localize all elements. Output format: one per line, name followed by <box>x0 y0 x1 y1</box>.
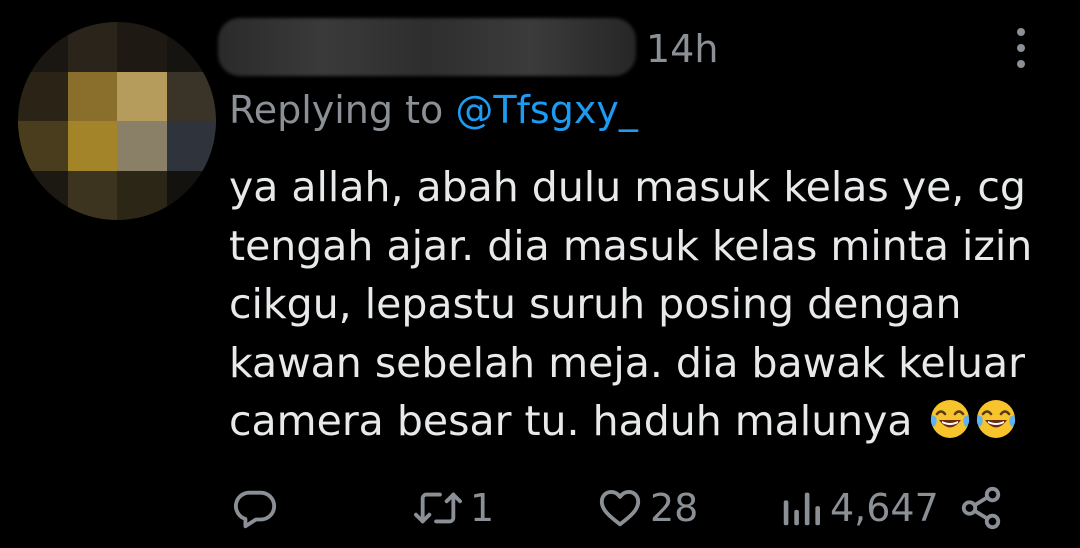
heart-icon <box>599 489 641 527</box>
author-name-redacted[interactable] <box>218 18 636 76</box>
views-button[interactable]: 4,647 <box>778 480 939 536</box>
views-count: 4,647 <box>830 486 939 530</box>
retweet-button[interactable]: 1 <box>412 480 494 536</box>
retweet-count: 1 <box>470 486 495 530</box>
retweet-icon <box>414 492 462 524</box>
views-icon <box>783 492 820 526</box>
replying-to-handle-link[interactable]: @Tfsgxy_ <box>455 88 638 132</box>
tweet-text-line: tengah ajar. dia masuk kelas minta izin <box>229 221 1033 270</box>
like-button[interactable]: 28 <box>596 480 698 536</box>
reply-icon <box>233 490 277 529</box>
share-button[interactable] <box>958 480 1004 536</box>
tweet-text-line: cikgu, lepastu suruh posing dengan <box>229 280 962 328</box>
like-count: 28 <box>650 486 699 530</box>
tweet-text-last-line: camera besar tu. haduh malunya <box>229 392 1049 451</box>
replying-to: Replying to @Tfsgxy_ <box>229 84 638 136</box>
face-with-tears-of-joy-emoji <box>976 400 1015 438</box>
share-icon <box>961 486 1001 530</box>
tweet-text-line: kawan sebelah meja. dia bawak keluar <box>229 338 1025 387</box>
tweet-action-bar: 1 28 4,647 <box>0 480 1080 536</box>
face-with-tears-of-joy-emoji <box>930 400 969 438</box>
avatar[interactable] <box>18 22 216 220</box>
more-options-icon[interactable] <box>1004 26 1038 70</box>
tweet-text: ya allah, abah dulu masuk kelas ye, cg t… <box>229 158 1049 451</box>
tweet-text-line: ya allah, abah dulu masuk kelas ye, cg <box>229 163 1026 211</box>
tweet-text-line: camera besar tu. haduh malunya <box>229 397 913 445</box>
reply-button[interactable] <box>232 480 278 536</box>
replying-to-label: Replying to <box>229 88 444 132</box>
tweet-timestamp[interactable]: 14h <box>646 24 718 74</box>
